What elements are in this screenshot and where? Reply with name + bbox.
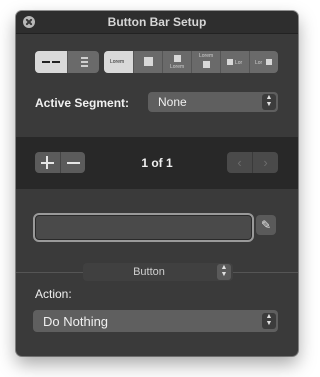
popup-stepper-icon: ▲ ▼ xyxy=(217,264,231,280)
square-icon xyxy=(203,61,210,68)
active-segment-popup[interactable]: None ▲ ▼ xyxy=(148,92,278,112)
style-text-only[interactable]: Lorem xyxy=(104,51,133,73)
window-title: Button Bar Setup xyxy=(107,15,207,29)
button-type-value: Button xyxy=(133,266,165,278)
style-icon-left-text[interactable]: Lor xyxy=(220,51,250,73)
style-caption: Lorem xyxy=(110,59,125,65)
pencil-icon: ✎ xyxy=(260,218,272,232)
button-style-control: Lorem Lorem Lorem Lor Lor xyxy=(104,51,278,73)
button-title-field[interactable] xyxy=(33,213,254,242)
button-type-popup[interactable]: Button ▲ ▼ xyxy=(83,263,233,281)
style-caption: Lorem xyxy=(170,64,185,70)
style-text-above-icon[interactable]: Lorem xyxy=(191,51,221,73)
next-page-button[interactable]: › xyxy=(252,152,278,173)
style-caption: Lor xyxy=(255,60,263,66)
style-caption: Lor xyxy=(235,60,243,66)
chevron-right-icon: › xyxy=(263,155,268,170)
square-icon xyxy=(174,55,181,62)
vertical-bars-icon xyxy=(81,57,88,59)
horizontal-layout-button[interactable] xyxy=(35,51,67,73)
horizontal-bars-icon xyxy=(42,61,50,63)
square-icon xyxy=(266,59,272,65)
action-popup[interactable]: Do Nothing ▲ ▼ xyxy=(33,310,278,332)
page-navigation: ‹ › xyxy=(227,152,278,173)
style-icon-above-text[interactable]: Lorem xyxy=(162,51,192,73)
action-label: Action: xyxy=(35,287,72,301)
previous-page-button[interactable]: ‹ xyxy=(227,152,252,173)
style-icon-only[interactable] xyxy=(133,51,163,73)
active-segment-value: None xyxy=(158,95,187,109)
chevron-left-icon: ‹ xyxy=(237,155,242,170)
square-icon xyxy=(144,57,153,66)
button-bar-setup-window: Button Bar Setup Lorem Lorem Lorem Lor L… xyxy=(16,11,298,356)
popup-stepper-icon: ▲ ▼ xyxy=(262,313,276,329)
title-bar: Button Bar Setup xyxy=(16,11,298,34)
orientation-control xyxy=(35,51,99,73)
style-caption: Lorem xyxy=(199,53,214,59)
popup-stepper-icon: ▲ ▼ xyxy=(262,94,276,110)
active-segment-label: Active Segment: xyxy=(35,96,130,110)
square-icon xyxy=(227,59,233,65)
style-text-left-icon[interactable]: Lor xyxy=(249,51,278,73)
action-value: Do Nothing xyxy=(43,314,109,329)
vertical-layout-button[interactable] xyxy=(67,51,99,73)
edit-button[interactable]: ✎ xyxy=(256,215,276,235)
